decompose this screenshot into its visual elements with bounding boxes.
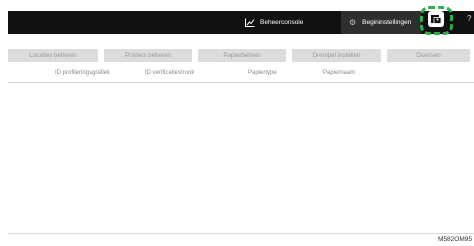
panel-bottom-border (8, 233, 474, 234)
column-header-paper-type[interactable]: Papiertype (248, 70, 277, 76)
admin-console-link[interactable]: Beheerconsole (245, 11, 303, 34)
tab-label: Drempel instellen (312, 52, 361, 59)
column-header-verification-strip-id[interactable]: ID verificatiestrook (145, 70, 194, 76)
top-bar: Beheerconsole ⚙ Begininstellingen (8, 11, 474, 34)
chart-icon (245, 18, 255, 27)
tab-diversen[interactable]: Diversen (387, 49, 470, 62)
tab-papierbeheer[interactable]: Papierbeheer (198, 49, 286, 62)
tab-label: Papierbeheer (223, 52, 261, 59)
tab-label: Locaties beheren (29, 52, 77, 59)
admin-console-label: Beheerconsole (260, 19, 304, 26)
initial-settings-link[interactable]: ⚙ Begininstellingen (341, 11, 422, 34)
table-header: ID profileringsgrafiek ID verificatiestr… (0, 70, 474, 80)
column-header-profile-chart-id[interactable]: ID profileringsgrafiek (55, 70, 110, 76)
figure-id: M582OM95 (438, 236, 472, 243)
tab-drempel-instellen[interactable]: Drempel instellen (292, 49, 381, 62)
tab-locaties-beheren[interactable]: Locaties beheren (8, 49, 98, 62)
tab-label: Printers beheren (125, 52, 171, 59)
user-card-icon (431, 15, 442, 24)
help-icon[interactable]: ? (467, 14, 471, 23)
header-divider (8, 82, 474, 83)
tab-label: Diversen (416, 52, 441, 59)
user-card-button[interactable] (428, 11, 444, 27)
tab-bar: Locaties beheren Printers beheren Papier… (8, 49, 474, 62)
gear-icon: ⚙ (349, 18, 357, 27)
tab-printers-beheren[interactable]: Printers beheren (104, 49, 192, 62)
column-header-paper-name[interactable]: Papiernaam (323, 70, 355, 76)
initial-settings-label: Begininstellingen (362, 19, 412, 26)
